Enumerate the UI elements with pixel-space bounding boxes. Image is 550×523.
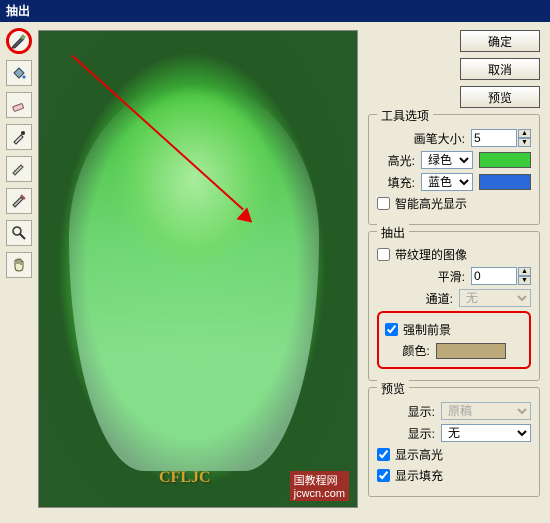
options-panel: 确定 取消 预览 工具选项 画笔大小: ▲▼ 高光: 绿色 填充: 蓝色	[358, 22, 550, 523]
fill-tool[interactable]	[6, 60, 32, 86]
hand-tool[interactable]	[6, 252, 32, 278]
brush-size-spinner[interactable]: ▲▼	[471, 129, 531, 147]
zoom-tool[interactable]	[6, 220, 32, 246]
fg-color-label: 颜色:	[402, 342, 429, 359]
highlight-color-label: 高光:	[388, 152, 415, 169]
preview-group: 预览 显示: 原稿 显示: 无 显示高光 显示填充	[368, 387, 540, 497]
display-select[interactable]: 无	[441, 424, 531, 442]
extract-group: 抽出 带纹理的图像 平滑: ▲▼ 通道: 无 强制前景	[368, 231, 540, 381]
show-fill-label: 显示填充	[395, 467, 443, 484]
brush-size-label: 画笔大小:	[414, 130, 465, 147]
highlight-color-select[interactable]: 绿色	[421, 151, 473, 169]
spin-up-icon[interactable]: ▲	[518, 129, 531, 138]
brush-size-input[interactable]	[471, 129, 517, 147]
smooth-spinner[interactable]: ▲▼	[471, 267, 531, 285]
show-fill-checkbox[interactable]	[377, 469, 390, 482]
canvas-preview[interactable]: CFLJC 国教程网jcwcn.com	[38, 30, 358, 508]
fill-color-select[interactable]: 蓝色	[421, 173, 473, 191]
preview-button[interactable]: 预览	[460, 86, 540, 108]
tool-options-title: 工具选项	[377, 107, 433, 124]
tool-options-group: 工具选项 画笔大小: ▲▼ 高光: 绿色 填充: 蓝色 智能高光显示	[368, 114, 540, 225]
show-highlight-label: 显示高光	[395, 446, 443, 463]
show-select: 原稿	[441, 402, 531, 420]
smart-highlight-label: 智能高光显示	[395, 195, 467, 212]
extract-title: 抽出	[377, 224, 409, 241]
cancel-button[interactable]: 取消	[460, 58, 540, 80]
preview-group-title: 预览	[377, 380, 409, 397]
edge-highlighter-tool[interactable]	[6, 28, 32, 54]
channel-label: 通道:	[426, 290, 453, 307]
spin-down-icon[interactable]: ▼	[518, 276, 531, 285]
eraser-tool[interactable]	[6, 92, 32, 118]
edge-touchup-tool[interactable]	[6, 188, 32, 214]
fill-color-label: 填充:	[388, 174, 415, 191]
textured-image-checkbox[interactable]	[377, 248, 390, 261]
watermark-logo: CFLJC	[159, 469, 211, 487]
watermark-site: 国教程网jcwcn.com	[290, 471, 349, 501]
show-highlight-checkbox[interactable]	[377, 448, 390, 461]
window-titlebar: 抽出	[0, 0, 550, 22]
show-label: 显示:	[408, 403, 435, 420]
smooth-input[interactable]	[471, 267, 517, 285]
fg-color-swatch[interactable]	[436, 343, 506, 359]
smart-highlight-checkbox[interactable]	[377, 197, 390, 210]
force-foreground-highlight: 强制前景 颜色:	[377, 311, 531, 369]
spin-up-icon[interactable]: ▲	[518, 267, 531, 276]
highlight-swatch	[479, 152, 531, 168]
dialog-content: CFLJC 国教程网jcwcn.com 确定 取消 预览 工具选项 画笔大小: …	[0, 22, 550, 523]
smooth-label: 平滑:	[438, 268, 465, 285]
spin-down-icon[interactable]: ▼	[518, 138, 531, 147]
textured-image-label: 带纹理的图像	[395, 246, 467, 263]
display-label: 显示:	[408, 425, 435, 442]
ok-button[interactable]: 确定	[460, 30, 540, 52]
eyedropper-tool[interactable]	[6, 124, 32, 150]
force-foreground-label: 强制前景	[403, 321, 451, 338]
cleanup-tool[interactable]	[6, 156, 32, 182]
subject-silhouette	[69, 81, 319, 471]
window-title: 抽出	[6, 4, 30, 18]
tool-palette	[0, 22, 38, 523]
force-foreground-checkbox[interactable]	[385, 323, 398, 336]
fill-swatch	[479, 174, 531, 190]
channel-select: 无	[459, 289, 531, 307]
